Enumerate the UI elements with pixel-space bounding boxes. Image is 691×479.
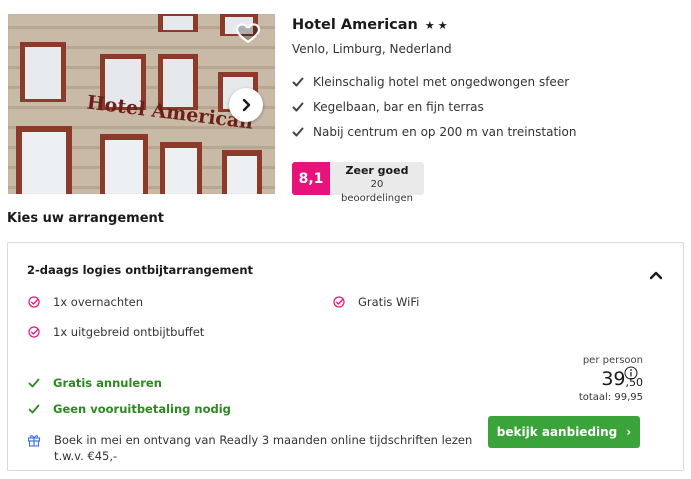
usp-item: Kleinschalig hotel met ongedwongen sfeer bbox=[292, 69, 682, 94]
check-icon bbox=[292, 77, 304, 86]
feature-text: Gratis WiFi bbox=[358, 295, 420, 309]
feature-item: Gratis WiFi bbox=[333, 295, 419, 309]
rating-score: 8,1 bbox=[292, 162, 330, 195]
price-info-button[interactable] bbox=[624, 365, 638, 380]
check-icon bbox=[292, 102, 304, 111]
usp-item: Kegelbaan, bar en fijn terras bbox=[292, 94, 682, 119]
hotel-photo-carousel[interactable]: Hotel American bbox=[8, 14, 275, 194]
check-icon bbox=[28, 404, 40, 414]
policy-item: Geen vooruitbetaling nodig bbox=[28, 402, 231, 416]
usp-text: Nabij centrum en op 200 m van treinstati… bbox=[313, 124, 577, 139]
feature-text: 1x overnachten bbox=[53, 295, 144, 309]
check-circle-icon bbox=[28, 296, 40, 308]
hotel-name[interactable]: Hotel American bbox=[292, 17, 418, 33]
policy-text: Geen vooruitbetaling nodig bbox=[53, 402, 231, 416]
feature-item: 1x uitgebreid ontbijtbuffet bbox=[28, 325, 204, 339]
collapse-button[interactable] bbox=[649, 265, 663, 280]
section-title: Kies uw arrangement bbox=[7, 211, 164, 226]
chevron-up-icon bbox=[649, 271, 663, 280]
hotel-location: Venlo, Limburg, Nederland bbox=[292, 42, 452, 56]
check-circle-icon bbox=[28, 326, 40, 338]
arrangement-card: 2-daags logies ontbijtarrangement 1x ove… bbox=[7, 242, 684, 471]
favorite-button[interactable] bbox=[235, 19, 261, 45]
star-rating: ★★ bbox=[424, 18, 451, 32]
cta-label: bekijk aanbieding bbox=[496, 425, 618, 439]
promo-text: Boek in mei en ontvang van Readly 3 maan… bbox=[54, 433, 473, 463]
hotel-title-row: Hotel American ★★ bbox=[292, 14, 682, 36]
check-circle-icon bbox=[333, 296, 345, 308]
policy-text: Gratis annuleren bbox=[53, 376, 162, 390]
chevron-right-icon: › bbox=[626, 425, 632, 439]
price-main: 39 bbox=[601, 368, 626, 390]
promo-banner: Boek in mei en ontvang van Readly 3 maan… bbox=[27, 432, 477, 464]
usp-text: Kegelbaan, bar en fijn terras bbox=[313, 99, 484, 114]
feature-text: 1x uitgebreid ontbijtbuffet bbox=[53, 325, 205, 339]
usp-text: Kleinschalig hotel met ongedwongen sfeer bbox=[313, 74, 570, 89]
policy-item: Gratis annuleren bbox=[28, 376, 162, 390]
review-rating[interactable]: 8,1 Zeer goed 20 beoordelingen bbox=[292, 162, 424, 204]
review-count: 20 beoordelingen bbox=[341, 179, 413, 204]
next-photo-button[interactable] bbox=[229, 88, 263, 122]
arrangement-title[interactable]: 2-daags logies ontbijtarrangement bbox=[27, 263, 253, 277]
heart-icon bbox=[235, 23, 261, 44]
check-icon bbox=[292, 127, 304, 136]
rating-label: Zeer goed bbox=[345, 164, 409, 177]
rating-summary: Zeer goed 20 beoordelingen bbox=[330, 162, 424, 204]
usp-list: Kleinschalig hotel met ongedwongen sfeer… bbox=[292, 69, 682, 144]
check-icon bbox=[28, 378, 40, 388]
info-icon bbox=[624, 366, 638, 380]
total-price: totaal: 99,95 bbox=[578, 392, 643, 403]
hotel-info: Hotel American ★★ Venlo, Limburg, Nederl… bbox=[292, 14, 682, 144]
chevron-right-icon bbox=[242, 98, 251, 112]
feature-item: 1x overnachten bbox=[28, 295, 143, 309]
gift-icon bbox=[27, 435, 41, 447]
usp-item: Nabij centrum en op 200 m van treinstati… bbox=[292, 119, 682, 144]
view-offer-button[interactable]: bekijk aanbieding › bbox=[488, 416, 640, 448]
